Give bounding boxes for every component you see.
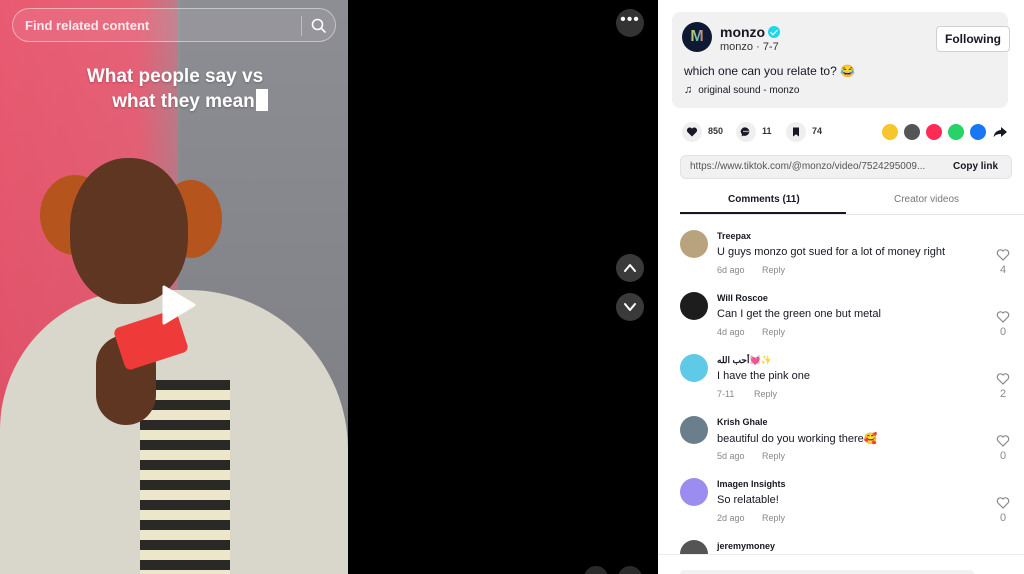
comment-text: U guys monzo got sued for a lot of money… [717, 246, 946, 258]
comment-item: Treepax U guys monzo got sued for a lot … [680, 228, 1010, 286]
avatar[interactable] [680, 354, 708, 382]
avatar[interactable] [680, 478, 708, 506]
overlay-line-1: What people say vs [86, 66, 264, 87]
volume-button[interactable] [584, 566, 608, 574]
monzo-logo: M [690, 28, 704, 45]
comment-date: 4d ago [717, 327, 745, 337]
music-title[interactable]: original sound - monzo [698, 85, 799, 96]
comment-like-count: 0 [999, 326, 1007, 338]
author-card: M monzo monzo · 7-7 Following which one … [672, 12, 1010, 108]
heart-outline-icon[interactable] [996, 496, 1010, 510]
video-pane: What people say vs what they mean ••• [0, 0, 658, 574]
copy-link-button[interactable]: Copy link [953, 161, 998, 172]
heart-outline-icon[interactable] [996, 310, 1010, 324]
facebook-icon[interactable] [970, 124, 986, 140]
comment-text: So relatable! [717, 494, 779, 506]
avatar[interactable] [680, 292, 708, 320]
active-tab-indicator [680, 212, 846, 214]
share-arrow-icon[interactable] [992, 124, 1008, 140]
comment-count: 11 [762, 126, 772, 136]
embed-icon[interactable] [904, 124, 920, 140]
comment-icon [736, 122, 756, 142]
send-icon[interactable] [926, 124, 942, 140]
comment-like-count: 2 [999, 388, 1007, 400]
author-handle: monzo [720, 41, 754, 53]
heart-icon [682, 122, 702, 142]
comment-like-count: 4 [999, 264, 1007, 276]
details-panel: M monzo monzo · 7-7 Following which one … [658, 0, 1024, 574]
search-icon[interactable] [310, 17, 328, 35]
fullscreen-button[interactable] [618, 566, 642, 574]
comment-text: I have the pink one [717, 370, 810, 382]
comment-text: Can I get the green one but metal [717, 308, 881, 320]
comment-item: أحب الله💓✨ I have the pink one 7-11 Repl… [680, 352, 1010, 410]
comment-date: 7-11 [717, 389, 735, 399]
app-root: What people say vs what they mean ••• M … [0, 0, 1024, 574]
tab-comments[interactable]: Comments (11) [728, 194, 800, 205]
text-caret [255, 89, 268, 111]
comment-username[interactable]: jeremymoney [717, 541, 775, 551]
post-date: 7-7 [762, 41, 779, 53]
reply-button[interactable]: Reply [762, 265, 785, 275]
comment-username[interactable]: Krish Ghale [717, 417, 768, 427]
reply-button[interactable]: Reply [762, 451, 785, 461]
comment-date: 6d ago [717, 265, 745, 275]
comment-text: beautiful do you working there🥰 [717, 433, 878, 445]
tab-creator-videos[interactable]: Creator videos [894, 194, 959, 205]
video-caption: which one can you relate to? 😂 [684, 64, 856, 78]
next-video-button[interactable] [616, 293, 644, 321]
reply-button[interactable]: Reply [762, 513, 785, 523]
heart-outline-icon[interactable] [996, 434, 1010, 448]
panel-tabs: Comments (11) Creator videos [680, 189, 1024, 215]
author-name-row[interactable]: monzo [720, 24, 781, 40]
video-person-shirt [140, 380, 230, 574]
action-bar: 850 11 74 [682, 122, 1022, 142]
comment-like-count: 0 [999, 450, 1007, 462]
repost-icon[interactable] [882, 124, 898, 140]
heart-outline-icon[interactable] [996, 372, 1010, 386]
video-link-box: https://www.tiktok.com/@monzo/video/7524… [680, 155, 1012, 179]
avatar[interactable] [680, 230, 708, 258]
author-name[interactable]: monzo [720, 24, 765, 40]
chevron-up-icon [624, 264, 636, 272]
previous-video-button[interactable] [616, 254, 644, 282]
overlay-line-2: what they mean [112, 91, 255, 112]
chevron-down-icon [624, 303, 636, 311]
video-link-url[interactable]: https://www.tiktok.com/@monzo/video/7524… [690, 161, 938, 172]
verified-icon [768, 26, 781, 38]
more-options-button[interactable]: ••• [616, 9, 644, 37]
avatar[interactable]: M [682, 22, 712, 52]
overlay-line-2-row: what they mean [60, 89, 290, 114]
comment-item: Will Roscoe Can I get the green one but … [680, 290, 1010, 348]
video-player[interactable]: What people say vs what they mean [0, 0, 348, 574]
music-link[interactable]: ♫ original sound - monzo [684, 84, 799, 96]
search-input[interactable] [25, 9, 305, 41]
heart-outline-icon[interactable] [996, 248, 1010, 262]
like-count: 850 [708, 126, 724, 136]
comment-item: Imagen Insights So relatable! 2d ago Rep… [680, 476, 1010, 534]
save-count: 74 [812, 126, 823, 136]
search-divider [301, 16, 302, 36]
comment-date: 2d ago [717, 513, 745, 523]
music-note-icon: ♫ [684, 84, 693, 96]
comment-item: Krish Ghale beautiful do you working the… [680, 414, 1010, 472]
reply-button[interactable]: Reply [754, 389, 777, 399]
whatsapp-icon[interactable] [948, 124, 964, 140]
add-comment-bar [658, 554, 1024, 574]
comment-username[interactable]: أحب الله💓✨ [717, 355, 772, 366]
add-comment-input[interactable] [680, 570, 974, 574]
play-icon[interactable] [158, 283, 198, 327]
comment-username[interactable]: Will Roscoe [717, 293, 768, 303]
bookmark-icon [786, 122, 806, 142]
reply-button[interactable]: Reply [762, 327, 785, 337]
comment-date: 5d ago [717, 451, 745, 461]
comment-username[interactable]: Imagen Insights [717, 479, 786, 489]
search-bar [12, 8, 336, 42]
author-meta: monzo · 7-7 [720, 41, 779, 53]
video-overlay-text: What people say vs what they mean [60, 64, 290, 114]
comment-username[interactable]: Treepax [717, 231, 751, 241]
avatar[interactable] [680, 416, 708, 444]
comment-like-count: 0 [999, 512, 1007, 524]
following-button[interactable]: Following [936, 26, 1010, 52]
